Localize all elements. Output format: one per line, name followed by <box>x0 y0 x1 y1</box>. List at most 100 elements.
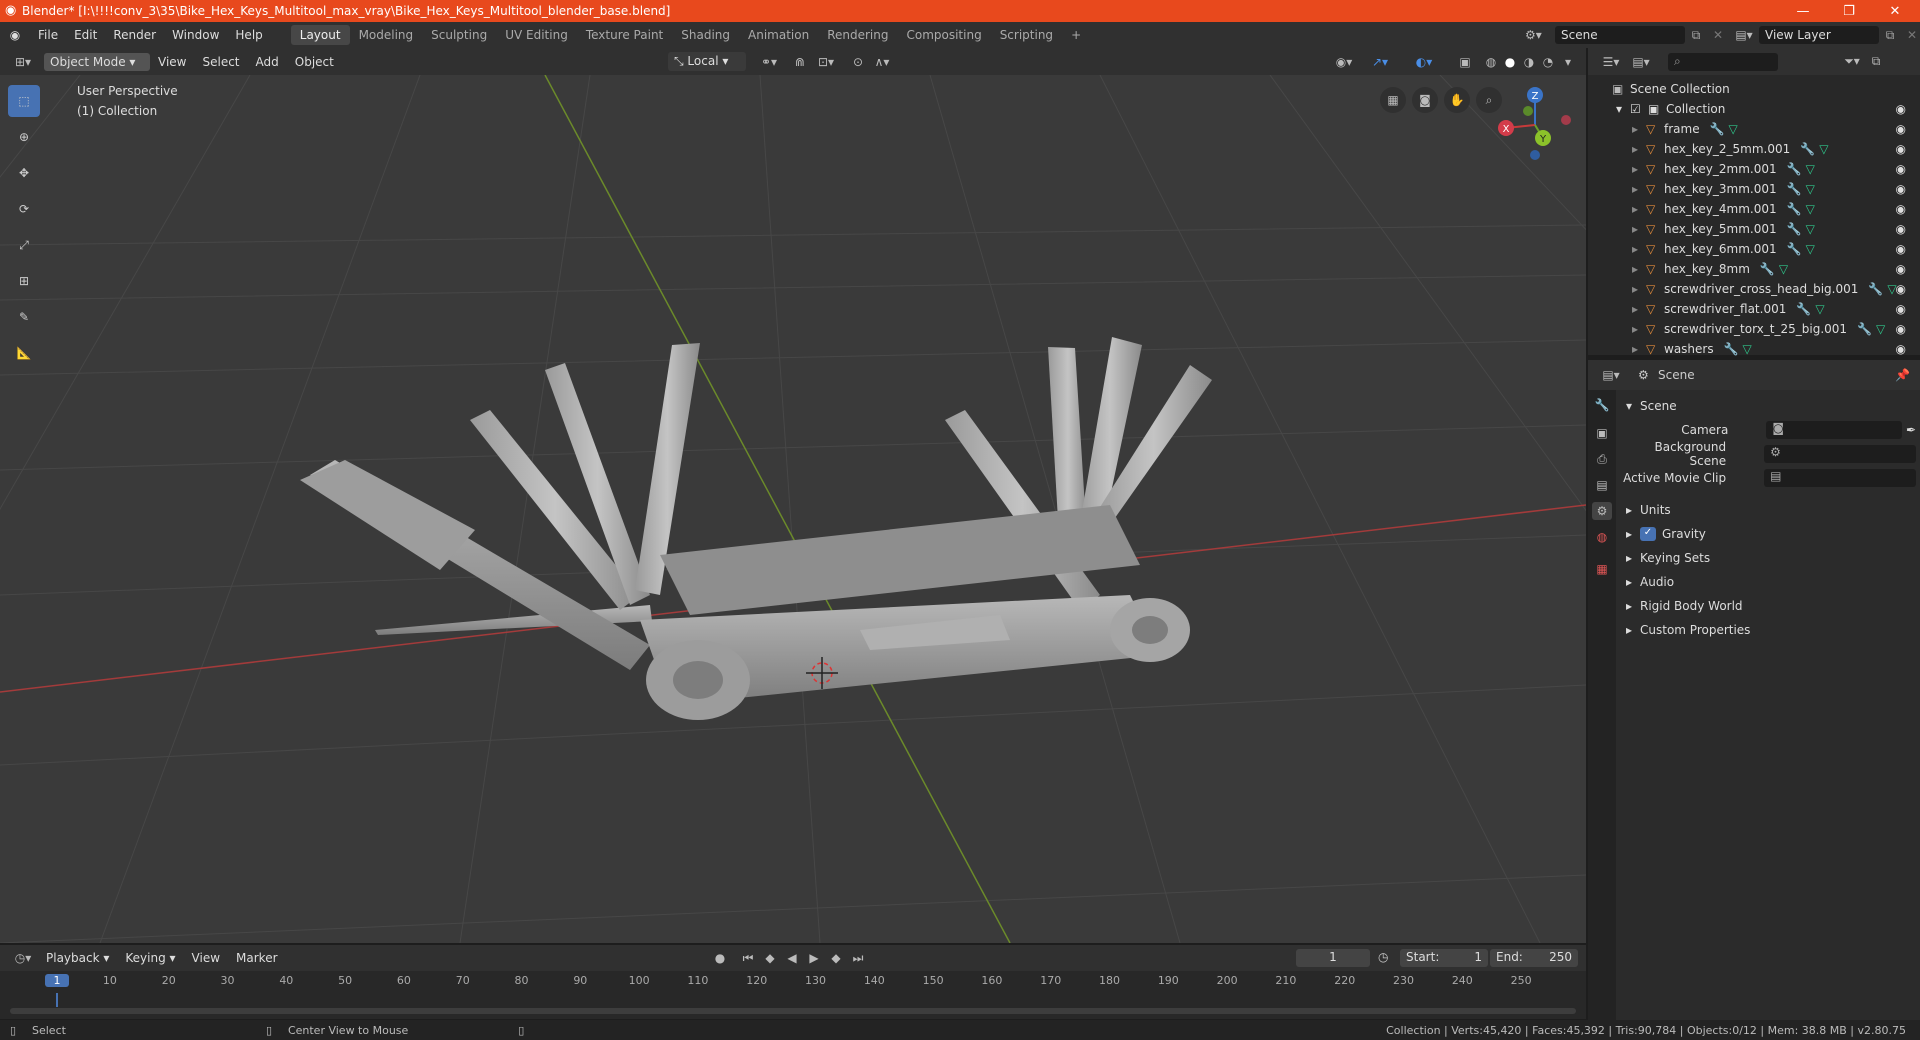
xray-toggle-icon[interactable]: ▣ <box>1455 53 1475 71</box>
custom-properties-panel-header[interactable]: ▸ Custom Properties <box>1620 618 1916 642</box>
mesh-data-icon[interactable]: ▽ <box>1806 222 1815 236</box>
cursor-tool-icon[interactable]: ⊕ <box>8 121 40 153</box>
mesh-data-icon[interactable]: ▽ <box>1815 302 1824 316</box>
timeline-editor-type-icon[interactable]: ◷▾ <box>8 949 38 967</box>
outliner-item[interactable]: ▸ ▽ hex_key_4mm.001 🔧 ▽ ◉ <box>1588 199 1920 219</box>
outliner-item[interactable]: ▸ ▽ screwdriver_torx_t_25_big.001 🔧 ▽ ◉ <box>1588 319 1920 339</box>
modifier-icon[interactable]: 🔧 <box>1868 282 1883 296</box>
menu-render[interactable]: Render <box>105 28 164 42</box>
outliner-item[interactable]: ▸ ▽ hex_key_8mm 🔧 ▽ ◉ <box>1588 259 1920 279</box>
delete-scene-icon[interactable]: ✕ <box>1707 28 1729 42</box>
maximize-button[interactable]: ❐ <box>1826 0 1872 22</box>
collection-row[interactable]: ▾ ☑ ▣ Collection ◉ <box>1588 99 1920 119</box>
visibility-eye-icon[interactable]: ◉ <box>1896 322 1906 336</box>
solid-shading-icon[interactable]: ● <box>1500 53 1520 71</box>
mode-selector[interactable]: Object Mode ▾ <box>44 52 150 71</box>
material-shading-icon[interactable]: ◑ <box>1519 53 1539 71</box>
wireframe-shading-icon[interactable]: ◍ <box>1481 53 1501 71</box>
new-view-layer-icon[interactable]: ⧉ <box>1879 28 1901 43</box>
outliner-item[interactable]: ▸ ▽ hex_key_5mm.001 🔧 ▽ ◉ <box>1588 219 1920 239</box>
expand-arrow-icon[interactable]: ▸ <box>1632 122 1646 136</box>
frame-ruler[interactable]: 1 10 20 30 40 50 60 70 80 90 100 110 120 130 140 150 160… <box>0 971 1586 991</box>
expand-arrow-icon[interactable]: ▸ <box>1632 182 1646 196</box>
transform-orientation-dropdown[interactable]: ⤡ Local ▾ <box>668 52 746 71</box>
scale-tool-icon[interactable]: ⤢ <box>8 229 40 261</box>
gizmo-toggle-icon[interactable]: ↗▾ <box>1366 53 1394 71</box>
outliner-item[interactable]: ▸ ▽ washers 🔧 ▽ ◉ <box>1588 339 1920 359</box>
scene-collection-row[interactable]: ▣ Scene Collection <box>1588 79 1920 99</box>
tab-modeling[interactable]: Modeling <box>350 25 423 45</box>
modifier-icon[interactable]: 🔧 <box>1787 242 1802 256</box>
viewport-menu-object[interactable]: Object <box>287 55 342 69</box>
view-layer-tab-icon[interactable]: ▤ <box>1592 476 1612 494</box>
expand-arrow-icon[interactable]: ▸ <box>1632 162 1646 176</box>
menu-window[interactable]: Window <box>164 28 227 42</box>
expand-arrow-icon[interactable]: ▸ <box>1632 222 1646 236</box>
visibility-eye-icon[interactable]: ◉ <box>1896 102 1906 116</box>
outliner-item[interactable]: ▸ ▽ hex_key_2mm.001 🔧 ▽ ◉ <box>1588 159 1920 179</box>
snap-target-icon[interactable]: ⊡▾ <box>812 53 840 71</box>
end-frame-field[interactable]: End: 250 <box>1490 949 1578 967</box>
measure-tool-icon[interactable]: 📐 <box>8 337 40 369</box>
render-tab-icon[interactable]: ▣ <box>1592 424 1612 442</box>
start-frame-field[interactable]: Start: 1 <box>1400 949 1488 967</box>
tab-compositing[interactable]: Compositing <box>897 25 990 45</box>
play-reverse-icon[interactable]: ◀ <box>782 949 802 967</box>
scene-tab-icon[interactable]: ⚙ <box>1592 502 1612 520</box>
timeline-menu-keying[interactable]: Keying ▾ <box>117 951 183 965</box>
tab-animation[interactable]: Animation <box>739 25 818 45</box>
expand-arrow-icon[interactable]: ▸ <box>1632 342 1646 356</box>
outliner-item[interactable]: ▸ ▽ screwdriver_flat.001 🔧 ▽ ◉ <box>1588 299 1920 319</box>
rotate-tool-icon[interactable]: ⟳ <box>8 193 40 225</box>
tab-layout[interactable]: Layout <box>290 25 350 45</box>
transform-tool-icon[interactable]: ⊞ <box>8 265 40 297</box>
menu-file[interactable]: File <box>30 28 66 42</box>
expand-arrow-icon[interactable]: ▸ <box>1632 262 1646 276</box>
delete-view-layer-icon[interactable]: ✕ <box>1901 28 1920 42</box>
pivot-point-icon[interactable]: ⚭▾ <box>755 53 783 71</box>
shading-options-icon[interactable]: ▾ <box>1558 53 1578 71</box>
visibility-eye-icon[interactable]: ◉ <box>1896 282 1906 296</box>
view-layer-icon[interactable]: ▤▾ <box>1729 28 1759 42</box>
pan-hand-icon[interactable]: ✋ <box>1444 87 1470 113</box>
collapse-arrow-icon[interactable]: ▾ <box>1616 102 1630 116</box>
expand-arrow-icon[interactable]: ▸ <box>1632 282 1646 296</box>
visibility-eye-icon[interactable]: ◉ <box>1896 302 1906 316</box>
move-tool-icon[interactable]: ✥ <box>8 157 40 189</box>
camera-view-icon[interactable]: ◙ <box>1412 87 1438 113</box>
gravity-checkbox[interactable]: ✓ <box>1640 527 1656 541</box>
mesh-data-icon[interactable]: ▽ <box>1806 182 1815 196</box>
active-movie-clip-field[interactable]: ▤ <box>1764 469 1916 487</box>
modifier-icon[interactable]: 🔧 <box>1724 342 1739 356</box>
overlay-toggle-icon[interactable]: ◐▾ <box>1410 53 1438 71</box>
visibility-eye-icon[interactable]: ◉ <box>1896 262 1906 276</box>
play-icon[interactable]: ▶ <box>804 949 824 967</box>
outliner-item[interactable]: ▸ ▽ hex_key_2_5mm.001 🔧 ▽ ◉ <box>1588 139 1920 159</box>
visibility-eye-icon[interactable]: ◉ <box>1896 182 1906 196</box>
scene-selector-icon[interactable]: ⚙▾ <box>1525 28 1555 42</box>
rigid-body-world-panel-header[interactable]: ▸ Rigid Body World <box>1620 594 1916 618</box>
camera-field[interactable]: ◙ <box>1766 421 1902 439</box>
tab-scripting[interactable]: Scripting <box>991 25 1062 45</box>
tab-uv-editing[interactable]: UV Editing <box>496 25 577 45</box>
blender-menu-icon[interactable]: ◉ <box>0 28 30 42</box>
proportional-edit-icon[interactable]: ⊙ <box>848 53 868 71</box>
new-collection-icon[interactable]: ⧉ <box>1866 53 1886 71</box>
filter-icon[interactable]: ⏷▾ <box>1838 53 1866 71</box>
output-tab-icon[interactable]: ⎙ <box>1592 450 1612 468</box>
multitool-model[interactable] <box>300 337 1212 720</box>
timeline-body[interactable]: 1 10 20 30 40 50 60 70 80 90 100 110 120 130 140 150 160… <box>0 971 1586 1019</box>
audio-panel-header[interactable]: ▸ Audio <box>1620 570 1916 594</box>
snap-toggle-icon[interactable]: ⋒ <box>790 53 810 71</box>
visibility-eye-icon[interactable]: ◉ <box>1896 222 1906 236</box>
tool-tab-icon[interactable]: 🔧 <box>1592 396 1612 414</box>
modifier-icon[interactable]: 🔧 <box>1787 182 1802 196</box>
outliner-item[interactable]: ▸ ▽ hex_key_3mm.001 🔧 ▽ ◉ <box>1588 179 1920 199</box>
viewport-menu-add[interactable]: Add <box>248 55 287 69</box>
falloff-icon[interactable]: ∧▾ <box>868 53 896 71</box>
visibility-eye-icon[interactable]: ◉ <box>1896 242 1906 256</box>
properties-editor-type-icon[interactable]: ▤▾ <box>1596 366 1626 384</box>
modifier-icon[interactable]: 🔧 <box>1796 302 1811 316</box>
visibility-eye-icon[interactable]: ◉ <box>1896 122 1906 136</box>
neg-x-handle[interactable] <box>1561 115 1571 125</box>
